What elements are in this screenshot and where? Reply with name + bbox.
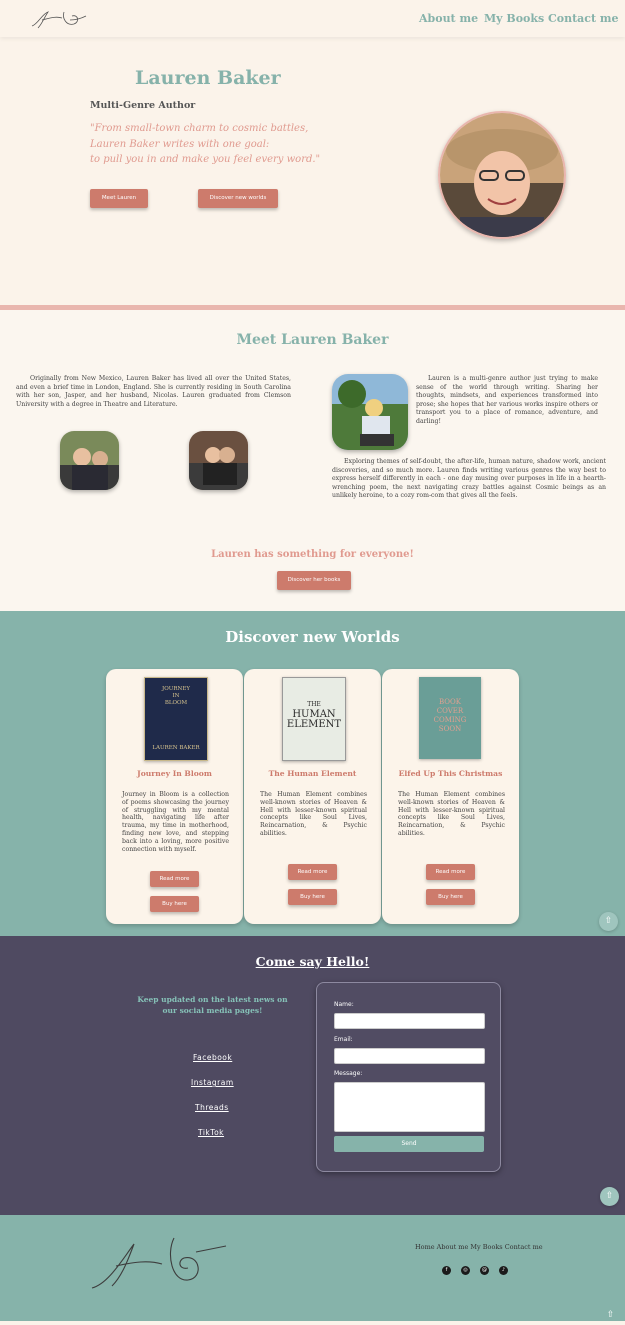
- book-card: THE HUMAN ELEMENT The Human Element The …: [244, 669, 381, 924]
- threads-link[interactable]: Threads: [195, 1103, 229, 1112]
- contact-form: Name: Email: Message: Send: [316, 982, 501, 1172]
- scroll-to-top-button[interactable]: ⇧: [601, 1306, 620, 1325]
- hero-quote: "From small-town charm to cosmic battles…: [90, 121, 320, 168]
- meet-lauren-button[interactable]: Meet Lauren: [90, 189, 148, 208]
- hero-subtitle: Multi-Genre Author: [90, 100, 196, 111]
- social-blurb: Keep updated on the latest news on our s…: [137, 995, 288, 1015]
- cover-text: SOON: [438, 725, 462, 733]
- about-tagline: Lauren has something for everyone!: [211, 549, 414, 560]
- logo[interactable]: [28, 6, 90, 32]
- cover-text: COMING: [433, 716, 467, 724]
- lauren-outdoor-photo: [332, 374, 408, 450]
- email-label: Email:: [334, 1036, 353, 1043]
- buy-here-button[interactable]: Buy here: [150, 896, 199, 912]
- book-cover-human-element: THE HUMAN ELEMENT: [282, 677, 346, 761]
- cover-text: JOURNEY: [162, 686, 190, 692]
- about-right-paragraph-1: Lauren is a multi-genre author just tryi…: [416, 375, 598, 425]
- message-field[interactable]: [334, 1082, 485, 1132]
- message-label: Message:: [334, 1070, 363, 1077]
- cover-text: LAUREN BAKER: [152, 745, 200, 751]
- family-photo-1: [60, 431, 119, 490]
- cover-text: BLOOM: [164, 700, 188, 706]
- read-more-button[interactable]: Read more: [150, 871, 199, 887]
- book-description: Journey in Bloom is a collection of poem…: [122, 791, 229, 853]
- books-title: Discover new Worlds: [225, 628, 400, 646]
- tiktok-link[interactable]: TikTok: [198, 1128, 224, 1137]
- tiktok-icon[interactable]: ♪: [499, 1266, 508, 1275]
- facebook-icon[interactable]: f: [442, 1266, 451, 1275]
- scroll-to-top-button[interactable]: ⇧: [599, 912, 618, 931]
- cover-text: IN: [172, 693, 180, 699]
- book-cover-journey-in-bloom: JOURNEY IN BLOOM LAUREN BAKER: [144, 677, 208, 761]
- read-more-button[interactable]: Read more: [288, 864, 337, 880]
- name-field[interactable]: [334, 1013, 485, 1029]
- cover-text: BOOK: [439, 698, 461, 706]
- contact-title: Come say Hello!: [255, 954, 370, 969]
- instagram-icon[interactable]: ◎: [461, 1266, 470, 1275]
- book-title[interactable]: Elfed Up This Christmas: [382, 769, 519, 778]
- scroll-to-top-button[interactable]: ⇧: [600, 1187, 619, 1206]
- quote-line: "From small-town charm to cosmic battles…: [90, 123, 309, 134]
- book-description: The Human Element combines well-known st…: [260, 791, 367, 837]
- family-photo-2: [189, 431, 248, 490]
- quote-line: to pull you in and make you feel every w…: [90, 154, 321, 165]
- threads-icon[interactable]: @: [480, 1266, 489, 1275]
- buy-here-button[interactable]: Buy here: [426, 889, 475, 905]
- facebook-link[interactable]: Facebook: [193, 1053, 232, 1062]
- hero-name: Lauren Baker: [135, 67, 281, 89]
- contact-section: [0, 936, 625, 1215]
- nav-contact-me[interactable]: Contact me: [548, 12, 619, 25]
- footer-links[interactable]: Home About me My Books Contact me: [415, 1243, 543, 1251]
- nav-my-books[interactable]: My Books: [484, 12, 544, 25]
- cover-text: COVER: [436, 707, 464, 715]
- discover-books-button[interactable]: Discover her books: [277, 571, 351, 590]
- cover-text: ELEMENT: [286, 719, 342, 730]
- about-right-paragraph-2: Exploring themes of self-doubt, the afte…: [332, 458, 606, 500]
- book-title[interactable]: The Human Element: [244, 769, 381, 778]
- about-title: Meet Lauren Baker: [236, 332, 389, 348]
- email-field[interactable]: [334, 1048, 485, 1064]
- read-more-button[interactable]: Read more: [426, 864, 475, 880]
- book-description: The Human Element combines well-known st…: [398, 791, 505, 837]
- send-button[interactable]: Send: [334, 1136, 484, 1152]
- book-title[interactable]: Journey In Bloom: [106, 769, 243, 778]
- quote-line: Lauren Baker writes with one goal:: [90, 138, 270, 150]
- book-card: BOOK COVER COMING SOON Elfed Up This Chr…: [382, 669, 519, 924]
- author-portrait: [438, 111, 566, 239]
- book-card: JOURNEY IN BLOOM LAUREN BAKER Journey In…: [106, 669, 243, 924]
- name-label: Name:: [334, 1001, 354, 1008]
- buy-here-button[interactable]: Buy here: [288, 889, 337, 905]
- instagram-link[interactable]: Instagram: [191, 1078, 234, 1087]
- nav-about-me[interactable]: About me: [419, 12, 478, 25]
- book-cover-coming-soon: BOOK COVER COMING SOON: [419, 677, 481, 759]
- top-navbar: About me My Books Contact me: [0, 0, 625, 37]
- about-left-paragraph: Originally from New Mexico, Lauren Baker…: [16, 375, 291, 408]
- discover-worlds-button[interactable]: Discover new worlds: [198, 189, 278, 208]
- footer-logo[interactable]: [88, 1230, 230, 1296]
